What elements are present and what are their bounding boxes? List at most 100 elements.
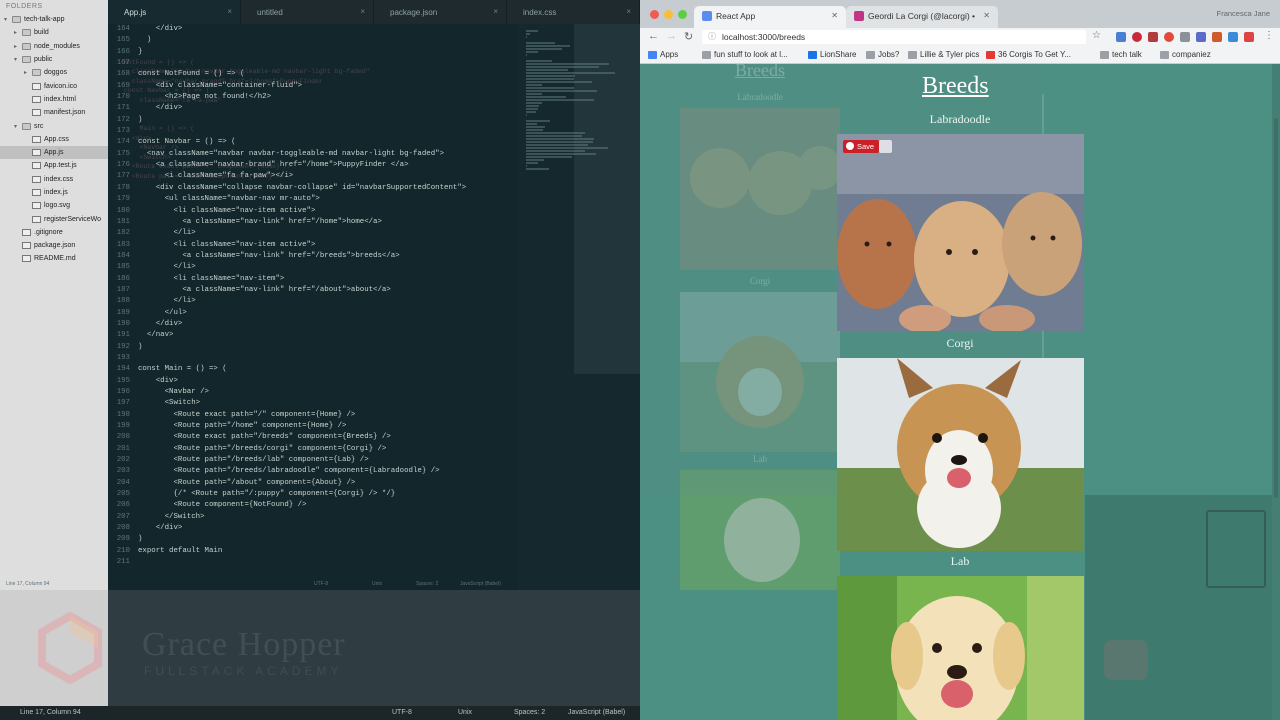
sidebar-item-label: build [34,29,49,37]
bookmark-star-icon[interactable]: ☆ [1092,30,1101,41]
minimap-line [526,87,574,89]
tab-close-icon[interactable]: × [360,7,365,16]
extension-icon[interactable] [1212,32,1222,42]
scrollbar-thumb[interactable] [1274,118,1278,498]
sidebar-header: FOLDERS [6,3,43,10]
bookmark-item[interactable]: Lillie & Tyler pics [908,50,979,59]
sidebar-folder[interactable]: ▸ doggos [0,66,108,79]
file-icon [32,135,41,143]
minimize-window-button[interactable] [664,10,673,19]
editor-tab[interactable]: index.css × [507,0,640,24]
bookmark-item[interactable]: Apps [648,50,678,59]
sidebar-file[interactable]: registerServiceWo [0,212,108,225]
sidebar-file[interactable]: manifest.json [0,106,108,119]
menu-kebab-icon[interactable]: ⋮ [1264,30,1274,41]
pinterest-extension-icon[interactable] [1132,32,1142,42]
bookmark-item[interactable]: Jobs? [866,50,899,59]
sidebar-file[interactable]: favicon.ico [0,79,108,92]
instagram-favicon-icon [854,11,864,21]
status-line-endings[interactable]: Unix [458,709,472,716]
breed-card-corgi[interactable] [837,358,1084,551]
minimap-viewport-indicator[interactable] [574,24,640,374]
code-line: 180 <li className="nav-item active"> [108,206,518,217]
extension-icon[interactable] [1196,32,1206,42]
sidebar-folder[interactable]: ▸ build [0,26,108,39]
bookmark-item[interactable]: LionShare [808,50,856,59]
page-scrollbar[interactable] [1272,64,1280,720]
tab-close-icon[interactable]: ✕ [831,11,838,20]
sidebar-file[interactable]: index.css [0,173,108,186]
sidebar-folder[interactable]: ▾ src [0,119,108,132]
pinterest-save-button[interactable]: Save [843,140,880,153]
forward-arrow-icon[interactable]: → [666,30,677,42]
chevron-down-icon[interactable]: ▾ [14,123,22,130]
sidebar-file[interactable]: README.md [0,252,108,265]
sidebar-file[interactable]: package.json [0,239,108,252]
breed-card-lab[interactable] [837,576,1084,720]
extension-icon[interactable] [1244,32,1254,42]
extension-icon[interactable] [1180,32,1190,42]
minimap-line [526,96,566,98]
tab-close-icon[interactable]: × [227,7,232,16]
chevron-down-icon[interactable]: ▾ [4,16,12,23]
sidebar-folder[interactable]: ▸ node_modules [0,40,108,53]
chevron-down-icon[interactable]: ▾ [14,56,22,63]
sidebar-file[interactable]: index.html [0,93,108,106]
address-bar[interactable]: ⓘ localhost:3000/breeds [702,30,1086,44]
maximize-window-button[interactable] [678,10,687,19]
bookmark-item[interactable]: fun stuff to look at l... [702,50,788,59]
code-area[interactable]: NotFound = () => ( className="navbar nav… [108,24,518,590]
code-line: 167 [108,58,518,69]
bookmark-item[interactable]: companiez [1160,50,1211,59]
bookmark-item[interactable]: 36 Corgis To Get Y... [986,50,1071,59]
editor-tab[interactable]: App.js × [108,0,241,24]
editor-status-bar: Line 17, Column 94 UTF-8 Unix Spaces: 2 … [0,706,640,720]
code-line: 190 </div> [108,319,518,330]
editor-tab[interactable]: package.json × [374,0,507,24]
visual-search-icon[interactable] [879,140,892,153]
extension-icon[interactable] [1164,32,1174,42]
status-indentation[interactable]: Spaces: 2 [514,709,545,716]
extension-icon[interactable] [1116,32,1126,42]
back-arrow-icon[interactable]: ← [648,30,659,42]
reload-icon[interactable]: ↻ [684,30,693,43]
code-line: 196 <Navbar /> [108,387,518,398]
profile-name[interactable]: Francesca Jane [1217,9,1270,18]
editor-tab[interactable]: untitled × [241,0,374,24]
sidebar-file[interactable]: App.test.js [0,159,108,172]
bookmark-item[interactable]: tech talk [1100,50,1142,59]
chevron-right-icon[interactable]: ▸ [14,29,22,36]
browser-tab-react-app[interactable]: React App ✕ [694,6,846,28]
tab-close-icon[interactable]: × [626,7,631,16]
sidebar-file[interactable]: index.js [0,186,108,199]
chevron-right-icon[interactable]: ▸ [24,69,32,76]
tab-close-icon[interactable]: ✕ [983,11,990,20]
tab-close-icon[interactable]: × [493,7,498,16]
page-info-icon[interactable]: ⓘ [708,31,716,42]
sidebar-file[interactable]: App.css [0,133,108,146]
status-encoding[interactable]: UTF-8 [392,709,412,716]
new-tab-button[interactable] [998,6,1024,28]
close-window-button[interactable] [650,10,659,19]
extension-icon[interactable] [1148,32,1158,42]
line-number: 174 [116,138,130,147]
browser-tab-instagram[interactable]: Geordi La Corgi (@lacorgi) • ✕ [846,6,998,28]
code-line: 193 [108,353,518,364]
sidebar-folder[interactable]: ▾ public [0,53,108,66]
line-number: 167 [116,59,130,68]
sidebar-file[interactable]: logo.svg [0,199,108,212]
code-text: <nav className="navbar navbar-toggleable… [138,149,445,158]
sidebar-file[interactable]: .gitignore [0,226,108,239]
code-line: 203 <Route path="/breeds/labradoodle" co… [108,466,518,477]
chevron-right-icon[interactable]: ▸ [14,43,22,50]
bookmark-folder-icon [702,50,711,59]
line-number: 203 [116,467,130,476]
line-number: 192 [116,342,130,351]
extension-icon[interactable] [1228,32,1238,42]
breed-card-labradoodle[interactable]: Save [837,134,1084,331]
code-text: const NotFound = () => ( [138,70,245,79]
status-syntax[interactable]: JavaScript (Babel) [568,709,625,716]
sidebar-item-label: index.js [44,189,68,196]
sidebar-folder[interactable]: ▾ tech-talk-app [0,13,108,26]
sidebar-file[interactable]: App.js [0,145,108,160]
